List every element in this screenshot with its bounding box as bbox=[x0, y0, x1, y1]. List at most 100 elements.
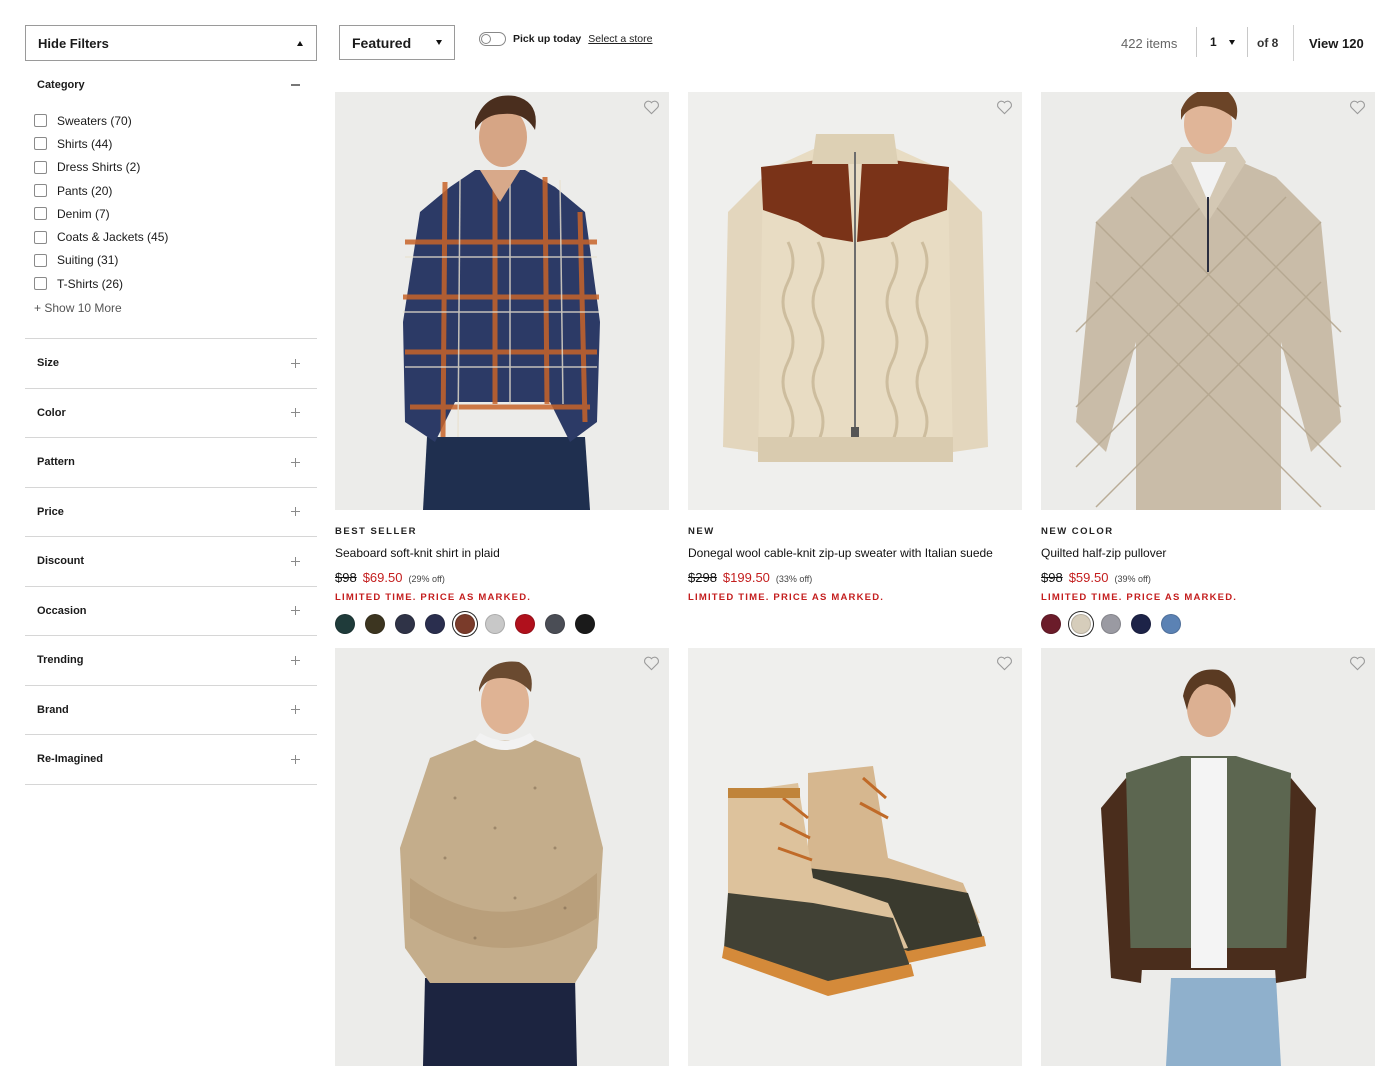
crewneck-sweater-model-illustration bbox=[335, 648, 669, 1066]
filter-group-brand[interactable]: Brand bbox=[25, 686, 317, 735]
product-badge: NEW COLOR bbox=[1041, 526, 1114, 537]
category-option-label: Dress Shirts (2) bbox=[57, 160, 141, 175]
page-total: of 8 bbox=[1257, 36, 1279, 50]
cable-knit-sweater-illustration bbox=[688, 92, 1022, 510]
checkbox[interactable] bbox=[34, 207, 47, 221]
product-name[interactable]: Donegal wool cable-knit zip-up sweater w… bbox=[688, 546, 1022, 560]
knit-bomber-model-illustration bbox=[1041, 648, 1375, 1066]
caret-down-icon bbox=[436, 40, 442, 45]
expand-icon[interactable] bbox=[291, 408, 300, 418]
product-image[interactable] bbox=[688, 648, 1022, 1066]
price-line: $98 $69.50 (29% off) bbox=[335, 570, 669, 585]
checkbox[interactable] bbox=[34, 160, 47, 174]
category-option-dress-shirts[interactable]: Dress Shirts (2) bbox=[34, 156, 317, 179]
filter-group-re-imagined[interactable]: Re-Imagined bbox=[25, 735, 317, 785]
color-swatch[interactable] bbox=[575, 614, 595, 634]
category-option-pants[interactable]: Pants (20) bbox=[34, 179, 317, 202]
sort-dropdown[interactable]: Featured bbox=[339, 25, 455, 60]
product-image[interactable] bbox=[688, 92, 1022, 510]
category-option-denim[interactable]: Denim (7) bbox=[34, 202, 317, 225]
category-option-sweaters[interactable]: Sweaters (70) bbox=[34, 109, 317, 132]
color-swatch[interactable] bbox=[1131, 614, 1151, 634]
filter-group-color[interactable]: Color bbox=[25, 389, 317, 438]
product-name[interactable]: Seaboard soft-knit shirt in plaid bbox=[335, 546, 669, 560]
heart-icon[interactable] bbox=[996, 656, 1013, 671]
checkbox[interactable] bbox=[34, 114, 47, 128]
category-option-coats-jackets[interactable]: Coats & Jackets (45) bbox=[34, 225, 317, 248]
filter-group-label: Size bbox=[37, 357, 60, 370]
filter-group-trending[interactable]: Trending bbox=[25, 636, 317, 686]
category-option-label: Shirts (44) bbox=[57, 136, 113, 151]
expand-icon[interactable] bbox=[291, 754, 300, 764]
plaid-shirt-model-illustration bbox=[335, 92, 669, 510]
pickup-toggle[interactable] bbox=[479, 32, 506, 46]
hide-filters-button[interactable]: Hide Filters bbox=[25, 25, 317, 61]
filter-group-label: Occasion bbox=[37, 604, 87, 617]
expand-icon[interactable] bbox=[291, 358, 300, 368]
color-swatch[interactable] bbox=[1161, 614, 1181, 634]
pickup-label: Pick up today bbox=[513, 33, 582, 45]
price-line: $98 $59.50 (39% off) bbox=[1041, 570, 1375, 585]
expand-icon[interactable] bbox=[291, 507, 300, 517]
product-image[interactable] bbox=[1041, 648, 1375, 1066]
color-swatches bbox=[1041, 614, 1375, 634]
color-swatch[interactable] bbox=[455, 614, 475, 634]
filter-group-pattern[interactable]: Pattern bbox=[25, 438, 317, 488]
product-name[interactable]: Quilted half-zip pullover bbox=[1041, 546, 1375, 560]
limited-time-note: LIMITED TIME. PRICE AS MARKED. bbox=[335, 592, 532, 603]
expand-icon[interactable] bbox=[291, 457, 300, 467]
filter-group-label: Brand bbox=[37, 703, 69, 716]
category-option-t-shirts[interactable]: T-Shirts (26) bbox=[34, 272, 317, 295]
heart-icon[interactable] bbox=[643, 100, 660, 115]
color-swatch[interactable] bbox=[395, 614, 415, 634]
expand-icon[interactable] bbox=[291, 705, 300, 715]
checkbox[interactable] bbox=[34, 137, 47, 151]
expand-icon[interactable] bbox=[291, 556, 300, 566]
category-option-suiting[interactable]: Suiting (31) bbox=[34, 249, 317, 272]
color-swatch[interactable] bbox=[335, 614, 355, 634]
sort-value: Featured bbox=[352, 34, 412, 51]
filter-group-size[interactable]: Size bbox=[25, 339, 317, 389]
product-image[interactable] bbox=[335, 648, 669, 1066]
filter-group-occasion[interactable]: Occasion bbox=[25, 587, 317, 636]
color-swatch[interactable] bbox=[515, 614, 535, 634]
product-image[interactable] bbox=[1041, 92, 1375, 510]
checkbox[interactable] bbox=[34, 277, 47, 291]
divider bbox=[1293, 25, 1294, 61]
color-swatch[interactable] bbox=[1071, 614, 1091, 634]
category-filter-header[interactable]: Category bbox=[25, 61, 317, 109]
category-option-shirts[interactable]: Shirts (44) bbox=[34, 132, 317, 155]
heart-icon[interactable] bbox=[1349, 100, 1366, 115]
color-swatch[interactable] bbox=[1041, 614, 1061, 634]
checkbox[interactable] bbox=[34, 230, 47, 244]
page-value: 1 bbox=[1210, 35, 1217, 49]
category-option-label: Suiting (31) bbox=[57, 253, 119, 268]
heart-icon[interactable] bbox=[643, 656, 660, 671]
collapse-icon[interactable] bbox=[291, 84, 300, 86]
show-more-categories-link[interactable]: + Show 10 More bbox=[25, 296, 317, 320]
heart-icon[interactable] bbox=[996, 100, 1013, 115]
filter-group-discount[interactable]: Discount bbox=[25, 537, 317, 587]
filter-group-label: Color bbox=[37, 406, 66, 419]
view-120-link[interactable]: View 120 bbox=[1309, 36, 1364, 51]
limited-time-note: LIMITED TIME. PRICE AS MARKED. bbox=[688, 592, 885, 603]
color-swatch[interactable] bbox=[425, 614, 445, 634]
color-swatch[interactable] bbox=[485, 614, 505, 634]
category-option-label: Coats & Jackets (45) bbox=[57, 230, 169, 245]
select-store-link[interactable]: Select a store bbox=[588, 33, 652, 45]
sale-price: $69.50 bbox=[362, 570, 403, 585]
product-image[interactable] bbox=[335, 92, 669, 510]
expand-icon[interactable] bbox=[291, 606, 300, 616]
product-badge: NEW bbox=[688, 526, 715, 537]
checkbox[interactable] bbox=[34, 184, 47, 198]
expand-icon[interactable] bbox=[291, 655, 300, 665]
page-dropdown[interactable]: 1 bbox=[1196, 27, 1248, 57]
checkbox[interactable] bbox=[34, 253, 47, 267]
color-swatch[interactable] bbox=[545, 614, 565, 634]
filter-group-price[interactable]: Price bbox=[25, 488, 317, 537]
product-card bbox=[688, 648, 1022, 1066]
color-swatch[interactable] bbox=[1101, 614, 1121, 634]
heart-icon[interactable] bbox=[1349, 656, 1366, 671]
sale-price: $59.50 bbox=[1068, 570, 1109, 585]
color-swatch[interactable] bbox=[365, 614, 385, 634]
